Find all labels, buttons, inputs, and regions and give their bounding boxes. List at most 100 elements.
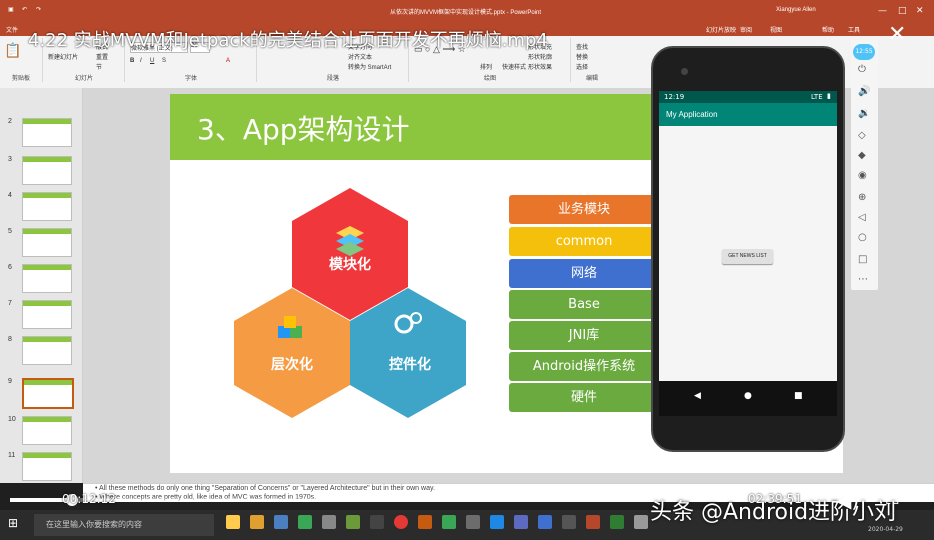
find-button[interactable]: 查找: [576, 42, 588, 51]
layer-common[interactable]: common: [509, 227, 659, 256]
slide-thumbnail[interactable]: [22, 416, 72, 445]
minimize-icon[interactable]: —: [878, 6, 887, 16]
hexagon-label: 模块化: [329, 257, 371, 273]
quick-styles-button[interactable]: 快速样式: [502, 62, 526, 71]
italic-button[interactable]: I: [140, 58, 142, 64]
terminal-icon[interactable]: [562, 515, 576, 529]
home-icon[interactable]: ●: [744, 391, 752, 401]
battery-icon: ▮: [827, 92, 831, 100]
fullscreen-icon[interactable]: ⛶: [886, 488, 899, 509]
screenshot-icon[interactable]: ◉: [858, 170, 867, 181]
tab-view[interactable]: 视图: [770, 25, 782, 34]
save-icon[interactable]: ▣: [8, 6, 14, 13]
slide-thumbnail[interactable]: [22, 228, 72, 257]
app-icon[interactable]: [514, 515, 528, 529]
app-icon[interactable]: [322, 515, 336, 529]
video-close-icon[interactable]: ✕: [888, 22, 906, 47]
slide-thumbnail[interactable]: [22, 300, 72, 329]
app-icon[interactable]: [346, 515, 360, 529]
app-icon[interactable]: [538, 515, 552, 529]
undo-icon[interactable]: ↶: [22, 6, 27, 13]
layer-hardware[interactable]: 硬件: [509, 383, 659, 412]
window-close-icon[interactable]: ✕: [916, 6, 924, 16]
slide-thumbnail[interactable]: [22, 118, 72, 147]
rotate-left-icon[interactable]: ◇: [858, 130, 866, 141]
volume-up-icon[interactable]: 🔊: [858, 86, 870, 97]
app-icon[interactable]: [418, 515, 432, 529]
more-icon[interactable]: ⋯: [858, 274, 868, 285]
slide-thumbnail[interactable]: [22, 156, 72, 185]
tab-tools[interactable]: 工具: [848, 25, 860, 34]
recents-icon[interactable]: ■: [794, 391, 803, 401]
slide-thumbnail-selected[interactable]: [22, 378, 74, 409]
volume-down-icon[interactable]: 🔉: [858, 108, 870, 119]
user-name[interactable]: Xiangyue Allen: [776, 7, 816, 13]
app-icon[interactable]: [634, 515, 648, 529]
android-studio-icon[interactable]: [298, 515, 312, 529]
emulator-clock: 12:55: [853, 44, 875, 60]
app-icon[interactable]: [442, 515, 456, 529]
slide-number: 8: [8, 336, 12, 343]
reset-button[interactable]: 重置: [96, 52, 108, 61]
app-icon[interactable]: [610, 515, 624, 529]
slide-thumbnail[interactable]: [22, 192, 72, 221]
emu-home-icon[interactable]: ○: [858, 232, 867, 243]
taskbar-search-input[interactable]: 在这里输入你要搜索的内容: [34, 514, 214, 536]
layer-base[interactable]: Base: [509, 290, 659, 319]
slide-thumbnail[interactable]: [22, 336, 72, 365]
tab-file[interactable]: 文件: [6, 25, 18, 34]
redo-icon[interactable]: ↷: [36, 6, 41, 13]
powerpoint-icon[interactable]: [586, 515, 600, 529]
maximize-icon[interactable]: □: [898, 6, 907, 16]
phone-status-bar: 12:19 LTE ▮: [659, 91, 837, 103]
new-slide-button[interactable]: 新建幻灯片: [48, 52, 78, 61]
powerpoint-title-bar: ▣ ↶ ↷ 从依次讲的MVVM框架中实现设计模式.pptx - PowerPoi…: [0, 0, 934, 22]
app-icon[interactable]: [250, 515, 264, 529]
layer-android-os[interactable]: Android操作系统: [509, 352, 659, 381]
emu-back-icon[interactable]: ◁: [858, 212, 866, 223]
bold-button[interactable]: B: [130, 58, 134, 64]
windows-start-icon[interactable]: ⊞: [8, 516, 18, 530]
slide-thumbnail[interactable]: [22, 452, 72, 481]
smartart-button[interactable]: 转换为 SmartArt: [348, 62, 391, 71]
slide-thumbnail-pane: 2 3 4 5 6 7 8 9 10 11: [0, 88, 83, 483]
hexagon-label: 控件化: [389, 357, 431, 373]
tab-slideshow[interactable]: 幻灯片放映: [706, 25, 736, 34]
app-icon[interactable]: [466, 515, 480, 529]
app-icon[interactable]: [274, 515, 288, 529]
zoom-icon[interactable]: ⊕: [858, 192, 866, 203]
power-icon[interactable]: ⏻: [858, 64, 866, 75]
replace-button[interactable]: 替换: [576, 52, 588, 61]
tab-help[interactable]: 帮助: [822, 25, 834, 34]
shadow-button[interactable]: S: [162, 58, 166, 64]
slide-number: 11: [8, 452, 16, 459]
volume-icon[interactable]: ◀): [836, 488, 859, 512]
paste-icon[interactable]: 📋: [4, 42, 21, 59]
arrange-button[interactable]: 排列: [480, 62, 492, 71]
back-icon[interactable]: ◀: [694, 391, 701, 401]
slide-number: 5: [8, 228, 12, 235]
section-button[interactable]: 节: [96, 62, 102, 71]
emu-overview-icon[interactable]: □: [858, 254, 867, 265]
font-color-icon[interactable]: A: [226, 58, 230, 64]
app-icon[interactable]: [370, 515, 384, 529]
rotate-right-icon[interactable]: ◆: [858, 150, 866, 161]
chrome-icon[interactable]: [394, 515, 408, 529]
tab-review[interactable]: 审阅: [740, 25, 752, 34]
slide-title[interactable]: 3、App架构设计: [197, 108, 410, 148]
shape-outline-button[interactable]: 形状轮廓: [528, 52, 552, 61]
shape-effects-button[interactable]: 形状效果: [528, 62, 552, 71]
hexagon-diagram: [234, 188, 466, 418]
taskbar-clock: 2020-04-29: [868, 526, 903, 533]
file-explorer-icon[interactable]: [226, 515, 240, 529]
slide-number: 2: [8, 118, 12, 125]
get-news-list-button[interactable]: GET NEWS LIST: [722, 249, 773, 264]
layer-jni[interactable]: JNI库: [509, 321, 659, 350]
align-text-button[interactable]: 对齐文本: [348, 52, 372, 61]
layer-network[interactable]: 网络: [509, 259, 659, 288]
underline-button[interactable]: U: [150, 58, 154, 64]
vscode-icon[interactable]: [490, 515, 504, 529]
slide-thumbnail[interactable]: [22, 264, 72, 293]
layer-business-module[interactable]: 业务模块: [509, 195, 659, 224]
select-button[interactable]: 选择: [576, 62, 588, 71]
